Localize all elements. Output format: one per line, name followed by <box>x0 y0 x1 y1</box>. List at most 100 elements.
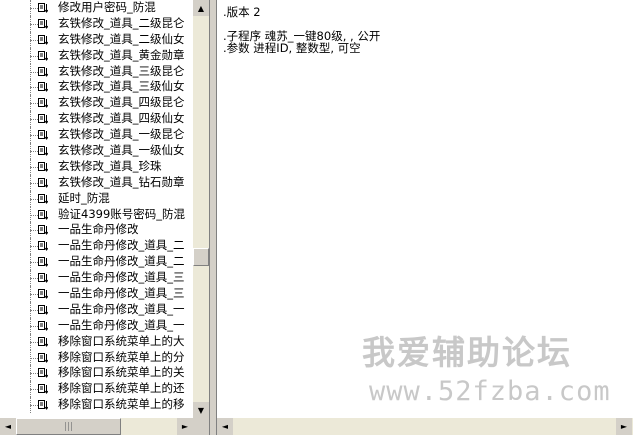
tree-item-label: 延时_防混 <box>58 190 110 205</box>
subroutine-icon <box>38 193 48 204</box>
subroutine-icon <box>38 130 48 140</box>
tree-item[interactable]: 一品生命丹修改_道具_一 <box>0 317 193 334</box>
subroutine-icon <box>38 3 48 13</box>
tree-item[interactable]: 玄铁修改_道具_钻石勋章 <box>0 174 193 191</box>
tree-item[interactable]: 一品生命丹修改_道具_一 <box>0 301 193 318</box>
scroll-up-button[interactable]: ▲ <box>193 0 209 16</box>
tree-item[interactable]: 移除窗口系统菜单上的分 <box>0 349 193 366</box>
tree-vertical-scroll-thumb[interactable] <box>193 248 209 266</box>
tree-connector <box>30 214 38 216</box>
subroutine-icon <box>38 304 48 315</box>
subroutine-icon <box>38 18 48 29</box>
editor-scroll-right-button[interactable]: ► <box>616 418 632 435</box>
watermark-url: www.52fzba.com <box>369 376 611 407</box>
tree-item-label: 玄铁修改_道具_二级仙女 <box>58 31 185 46</box>
tree-connector <box>30 23 38 25</box>
tree-item-label: 一品生命丹修改_道具_三 <box>58 286 185 301</box>
subroutine-icon <box>38 352 48 363</box>
tree-item-label: 玄铁修改_道具_钻石勋章 <box>58 174 185 189</box>
scroll-left-button[interactable]: ◄ <box>0 418 16 435</box>
tree-connector <box>30 119 38 121</box>
tree-item[interactable]: 一品生命丹修改_道具_二 <box>0 238 193 255</box>
tree-item-label: 玄铁修改_道具_二级昆仑 <box>58 15 185 30</box>
scroll-right-button[interactable]: ► <box>177 418 193 435</box>
subroutine-icon <box>38 289 48 299</box>
tree-connector <box>30 71 38 73</box>
tree-connector <box>30 8 38 9</box>
tree-item[interactable]: 玄铁修改_道具_三级昆仑 <box>0 63 193 80</box>
subroutine-tree[interactable]: 修改用户密码_防混 玄铁修改_道具_二级昆仑 玄铁修改_道具_二级仙女 玄铁修改_道具… <box>0 0 193 418</box>
tree-connector <box>30 246 38 248</box>
tree-item-label: 一品生命丹修改_道具_二 <box>58 238 185 253</box>
tree-connector <box>30 55 38 57</box>
tree-connector <box>30 39 38 41</box>
tree-connector <box>30 103 38 105</box>
tree-item-label: 移除窗口系统菜单上的分 <box>58 349 185 364</box>
editor-scroll-left-button[interactable]: ◄ <box>217 418 233 435</box>
tree-connector <box>30 87 38 89</box>
tree-item-label: 一品生命丹修改_道具_二 <box>58 254 185 269</box>
subroutine-icon <box>38 161 48 172</box>
tree-connector <box>30 373 38 375</box>
tree-item-label: 修改用户密码_防混 <box>58 0 156 16</box>
tree-item[interactable]: 验证4399账号密码_防混 <box>0 206 193 223</box>
tree-item-label: 玄铁修改_道具_三级昆仑 <box>58 63 185 78</box>
editor-horizontal-scrollbar[interactable]: ◄ ► <box>217 418 633 435</box>
tree-item-label: 移除窗口系统菜单上的移 <box>58 397 185 412</box>
tree-item-label: 玄铁修改_道具_一级昆仑 <box>58 127 185 142</box>
code-line: .参数 进程ID, 整数型, 可空 <box>223 41 361 55</box>
tree-item[interactable]: 延时_防混 <box>0 190 193 207</box>
tree-item-label: 移除窗口系统菜单上的关 <box>58 365 185 380</box>
tree-item[interactable]: 移除窗口系统菜单上的还 <box>0 381 193 398</box>
tree-connector <box>30 309 38 311</box>
tree-item[interactable]: 玄铁修改_道具_二级仙女 <box>0 31 193 48</box>
tree-item[interactable]: 玄铁修改_道具_三级仙女 <box>0 79 193 96</box>
subroutine-icon <box>38 146 48 156</box>
tree-item[interactable]: 玄铁修改_道具_四级仙女 <box>0 111 193 128</box>
tree-horizontal-scroll-thumb[interactable]: ||| <box>16 418 121 435</box>
tree-connector <box>30 389 38 391</box>
tree-item[interactable]: 修改用户密码_防混 <box>0 0 193 16</box>
tree-item[interactable]: 一品生命丹修改_道具_三 <box>0 270 193 287</box>
tree-connector <box>30 278 38 280</box>
tree-connector <box>30 341 38 343</box>
tree-item[interactable]: 一品生命丹修改_道具_三 <box>0 286 193 302</box>
tree-item[interactable]: 移除窗口系统菜单上的关 <box>0 365 193 382</box>
tree-connector <box>30 166 38 168</box>
tree-item-label: 一品生命丹修改_道具_三 <box>58 270 185 285</box>
subroutine-icon <box>38 66 48 77</box>
tree-connector <box>30 325 38 327</box>
tree-item[interactable]: 移除窗口系统菜单上的大 <box>0 333 193 350</box>
subroutine-icon <box>38 384 48 395</box>
tree-connector <box>30 357 38 359</box>
tree-item-label: 移除窗口系统菜单上的还 <box>58 381 185 396</box>
tree-connector <box>30 294 38 296</box>
subroutine-icon <box>38 400 48 411</box>
tree-item[interactable]: 玄铁修改_道具_一级仙女 <box>0 143 193 159</box>
scroll-down-button[interactable]: ▼ <box>193 402 209 418</box>
tree-item[interactable]: 移除窗口系统菜单上的移 <box>0 397 193 414</box>
tree-connector <box>30 151 38 153</box>
tree-item[interactable]: 玄铁修改_道具_一级昆仑 <box>0 127 193 144</box>
tree-horizontal-scrollbar[interactable]: ◄ ||| ► <box>0 418 193 435</box>
tree-connector <box>30 135 38 137</box>
tree-panel: 修改用户密码_防混 玄铁修改_道具_二级昆仑 玄铁修改_道具_二级仙女 玄铁修改_道具… <box>0 0 210 435</box>
tree-item[interactable]: 玄铁修改_道具_珍珠 <box>0 158 193 175</box>
tree-item[interactable]: 玄铁修改_道具_二级昆仑 <box>0 15 193 32</box>
subroutine-icon <box>38 34 48 45</box>
subroutine-icon <box>38 114 48 125</box>
subroutine-icon <box>38 50 48 61</box>
tree-item-label: 玄铁修改_道具_四级昆仑 <box>58 95 185 110</box>
tree-vertical-scrollbar[interactable]: ▲ ▼ <box>193 0 209 418</box>
tree-item-label: 玄铁修改_道具_珍珠 <box>58 158 162 173</box>
tree-item[interactable]: 玄铁修改_道具_黄金勋章 <box>0 47 193 64</box>
tree-item-label: 验证4399账号密码_防混 <box>58 206 186 221</box>
tree-item[interactable]: 一品生命丹修改_道具_二 <box>0 254 193 271</box>
tree-item[interactable]: 玄铁修改_道具_四级昆仑 <box>0 95 193 112</box>
tree-item[interactable]: 一品生命丹修改 <box>0 222 193 239</box>
subroutine-icon <box>38 257 48 268</box>
tree-item-label: 一品生命丹修改_道具_一 <box>58 301 185 316</box>
subroutine-icon <box>38 273 48 283</box>
tree-item-label: 一品生命丹修改_道具_一 <box>58 317 185 332</box>
tree-item-label: 玄铁修改_道具_黄金勋章 <box>58 47 185 62</box>
